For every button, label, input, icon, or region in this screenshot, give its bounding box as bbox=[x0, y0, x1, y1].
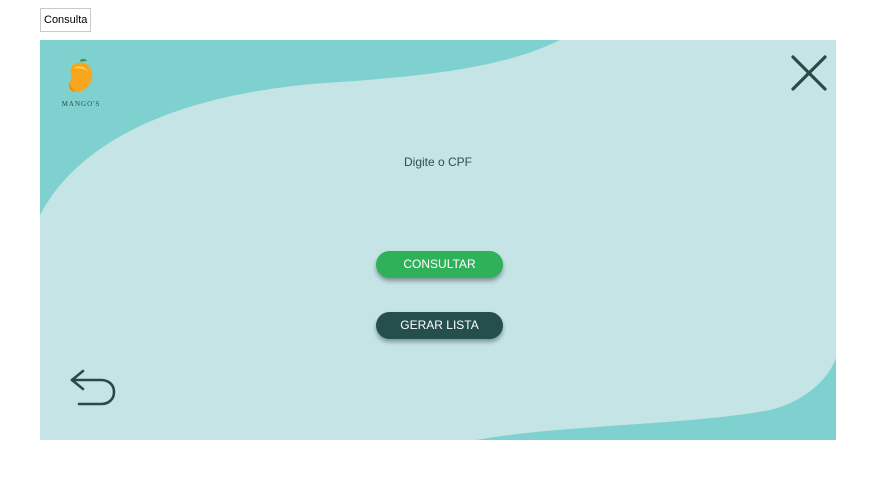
consulta-screen: MANGO'S Digite o CPF CONSULTAR GERAR LIS… bbox=[40, 40, 836, 440]
wave-background bbox=[40, 40, 836, 440]
mango-icon bbox=[68, 58, 93, 92]
undo-arrow-icon bbox=[70, 369, 116, 406]
back-button[interactable] bbox=[68, 368, 118, 412]
close-icon bbox=[791, 55, 827, 91]
page-tab-label: Consulta bbox=[40, 8, 92, 32]
logo-wordmark: MANGO'S bbox=[61, 100, 101, 108]
consultar-button[interactable]: CONSULTAR bbox=[376, 251, 503, 278]
gerar-lista-button[interactable]: GERAR LISTA bbox=[376, 312, 503, 339]
cpf-prompt: Digite o CPF bbox=[403, 155, 473, 169]
close-button[interactable] bbox=[790, 54, 828, 92]
mangos-logo: MANGO'S bbox=[56, 58, 106, 112]
